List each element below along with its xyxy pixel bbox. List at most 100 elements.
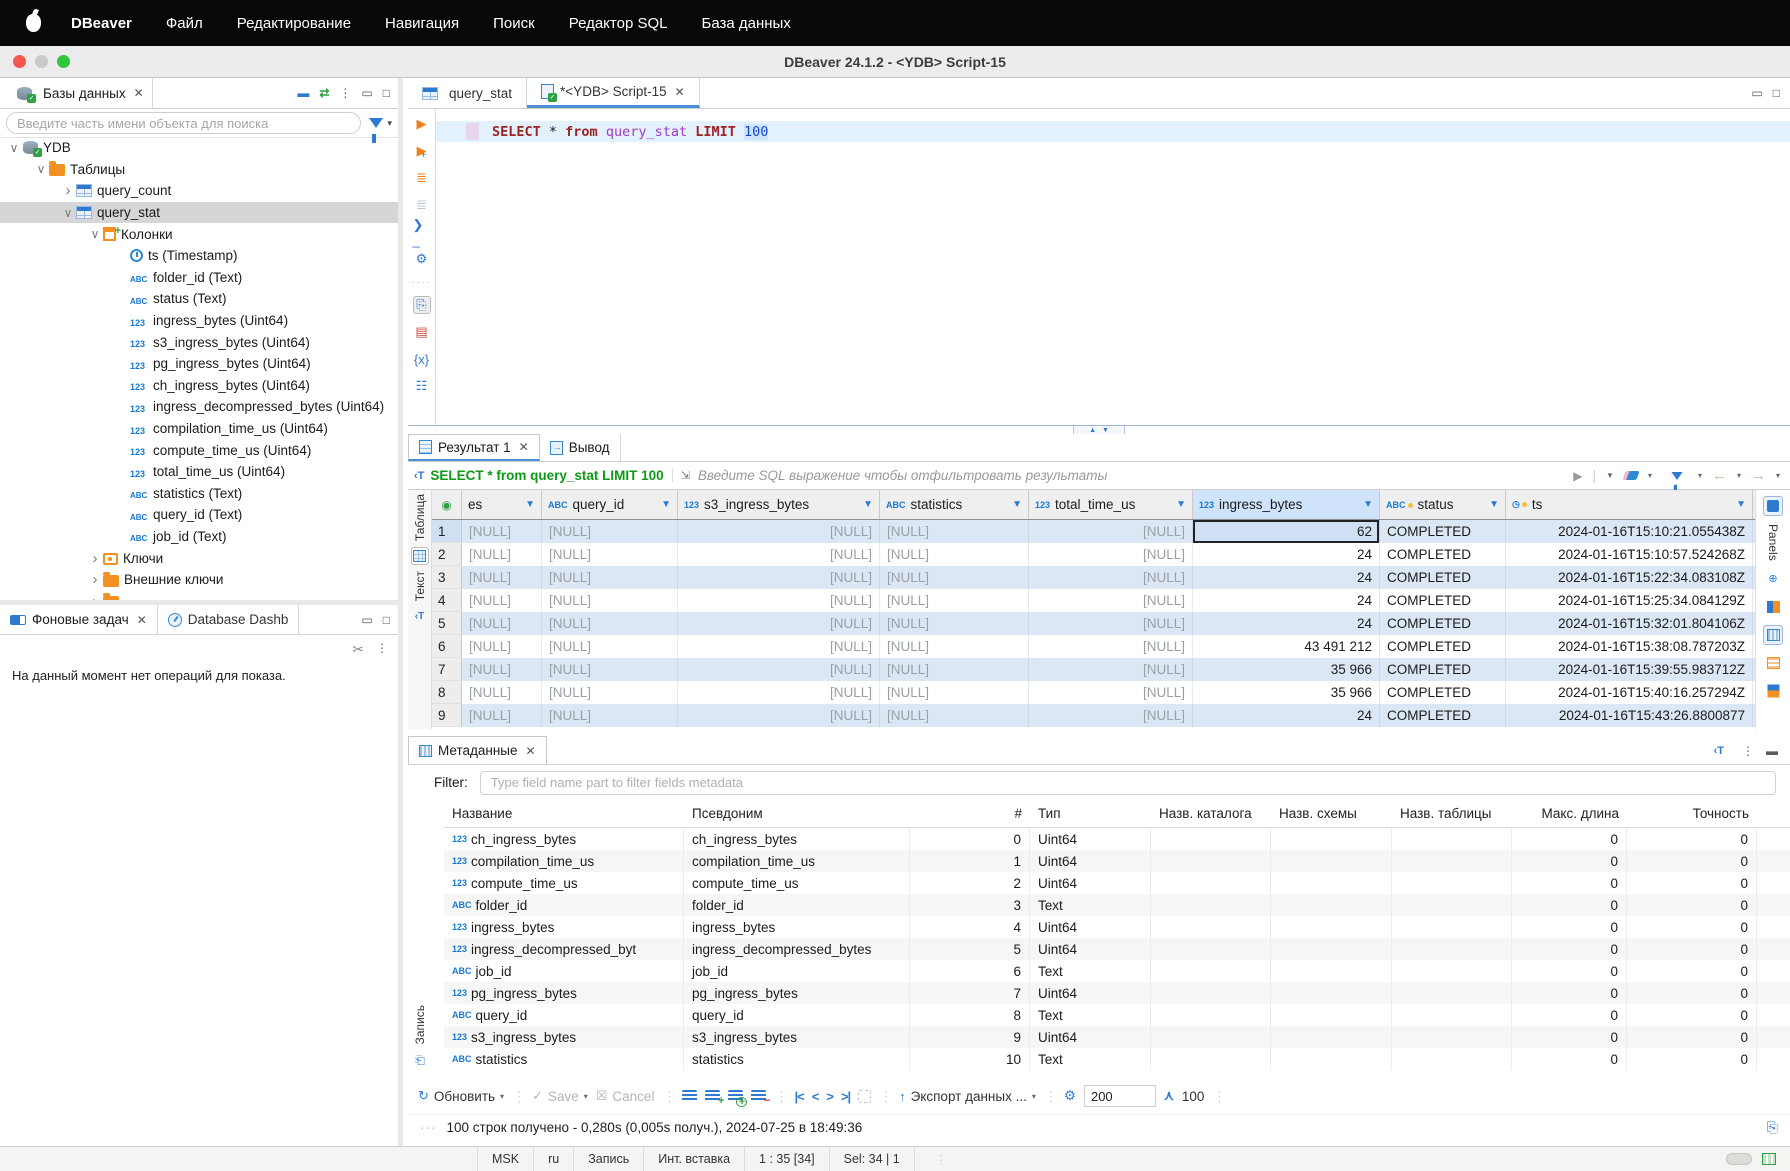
grid-cell[interactable]: [NULL]	[462, 658, 542, 681]
metadata-cell-type[interactable]: Uint64	[1030, 938, 1151, 960]
grid-cell[interactable]: 24	[1193, 612, 1380, 635]
grid-cell[interactable]: 2024-01-16T15:43:26.8800877	[1506, 704, 1753, 727]
column-header[interactable]: ABC statistics ▼	[880, 490, 1029, 519]
metadata-cell-num[interactable]: 0	[910, 828, 1030, 850]
metadata-row[interactable]: 123s3_ingress_bytes s3_ingress_bytes 9 U…	[444, 1026, 1790, 1048]
column-dropdown-icon[interactable]: ▼	[525, 499, 535, 510]
tab-background-tasks[interactable]: Фоновые задач ✕	[0, 605, 158, 634]
metadata-cell-alias[interactable]: pg_ingress_bytes	[684, 982, 910, 1004]
tree-item[interactable]: compilation_time_us (Uint64)	[0, 418, 398, 440]
metadata-cell-table[interactable]	[1392, 872, 1512, 894]
metadata-cell-alias[interactable]: folder_id	[684, 894, 910, 916]
metadata-cell-name[interactable]: 123ch_ingress_bytes	[444, 828, 684, 850]
column-header[interactable]: ABC query_id ▼	[542, 490, 678, 519]
first-page-icon[interactable]: |<	[794, 1089, 803, 1104]
tree-item[interactable]: statistics (Text)	[0, 483, 398, 505]
duplicate-row-icon[interactable]	[728, 1090, 743, 1102]
edit-mode-indicator[interactable]: Запись	[574, 1147, 644, 1171]
grid-row[interactable]: 1 [NULL] [NULL] [NULL] [NULL] [NULL] 62 …	[432, 520, 1755, 543]
row-number[interactable]: 8	[432, 681, 462, 704]
column-dropdown-icon[interactable]: ▼	[863, 499, 873, 510]
metadata-row[interactable]: 123ch_ingress_bytes ch_ingress_bytes 0 U…	[444, 828, 1790, 850]
metadata-col-schema[interactable]: Назв. схемы	[1271, 806, 1392, 821]
minimize-panel-icon[interactable]: ▭	[361, 86, 372, 100]
column-header[interactable]: es ▼	[462, 490, 542, 519]
grid-cell[interactable]: COMPLETED	[1380, 589, 1506, 612]
grid-cell[interactable]: [NULL]	[880, 681, 1029, 704]
metadata-cell-schema[interactable]	[1271, 1048, 1392, 1070]
grid-cell[interactable]: 24	[1193, 543, 1380, 566]
grid-cell[interactable]: 2024-01-16T15:32:01.804106Z	[1506, 612, 1753, 635]
grid-cell[interactable]: [NULL]	[880, 566, 1029, 589]
metadata-cell-name[interactable]: ABCquery_id	[444, 1004, 684, 1026]
metadata-cell-schema[interactable]	[1271, 960, 1392, 982]
tree-item[interactable]: compute_time_us (Uint64)	[0, 439, 398, 461]
row-number[interactable]: 3	[432, 566, 462, 589]
metadata-cell-num[interactable]: 6	[910, 960, 1030, 982]
maximize-panel-icon[interactable]: □	[383, 86, 390, 100]
menu-database[interactable]: База данных	[701, 15, 790, 32]
metadata-cell-schema[interactable]	[1271, 982, 1392, 1004]
metadata-cell-catalog[interactable]	[1151, 938, 1271, 960]
grid-cell[interactable]: [NULL]	[462, 704, 542, 727]
metadata-cell-schema[interactable]	[1271, 916, 1392, 938]
metadata-cell-type[interactable]: Text	[1030, 894, 1151, 916]
menu-file[interactable]: Файл	[166, 15, 203, 32]
next-page-icon[interactable]: >	[826, 1089, 833, 1104]
column-header[interactable]: ◷ ts ▼	[1506, 490, 1753, 519]
metadata-cell-table[interactable]	[1392, 828, 1512, 850]
row-number[interactable]: 1	[432, 520, 462, 543]
grid-row[interactable]: 9 [NULL] [NULL] [NULL] [NULL] [NULL] 24 …	[432, 704, 1755, 727]
grid-row[interactable]: 4 [NULL] [NULL] [NULL] [NULL] [NULL] 24 …	[432, 589, 1755, 612]
metadata-panel-icon[interactable]	[1763, 653, 1783, 673]
grid-cell[interactable]: [NULL]	[542, 612, 678, 635]
metadata-cell-maxlen[interactable]: 0	[1512, 938, 1627, 960]
metadata-menu-icon[interactable]: ⋮	[1742, 744, 1754, 758]
cancel-button[interactable]: ☒Cancel	[596, 1088, 655, 1104]
metadata-cell-catalog[interactable]	[1151, 1004, 1271, 1026]
tab-sql-script[interactable]: *<YDB> Script-15 ✕	[527, 78, 700, 108]
grid-row[interactable]: 8 [NULL] [NULL] [NULL] [NULL] [NULL] 35 …	[432, 681, 1755, 704]
grid-presentation-icon[interactable]	[411, 547, 429, 565]
metadata-cell-catalog[interactable]	[1151, 982, 1271, 1004]
metadata-cell-catalog[interactable]	[1151, 1048, 1271, 1070]
tree-item[interactable]: status (Text)	[0, 288, 398, 310]
metadata-cell-precision[interactable]: 0	[1627, 1004, 1757, 1026]
grid-cell[interactable]: [NULL]	[462, 566, 542, 589]
grid-cell[interactable]: [NULL]	[462, 543, 542, 566]
metadata-cell-catalog[interactable]	[1151, 1026, 1271, 1048]
grid-cell[interactable]: [NULL]	[542, 566, 678, 589]
close-icon[interactable]: ✕	[526, 744, 536, 758]
filter-history-icon[interactable]: ▼	[1606, 471, 1614, 480]
metadata-cell-schema[interactable]	[1271, 1026, 1392, 1048]
metadata-cell-precision[interactable]: 0	[1627, 1048, 1757, 1070]
grid-cell[interactable]: 2024-01-16T15:22:34.083108Z	[1506, 566, 1753, 589]
tasks-menu-icon[interactable]: ⋮	[376, 641, 388, 658]
zoom-window-button[interactable]	[57, 55, 70, 68]
filter-dropdown-icon[interactable]: ▾	[387, 118, 392, 129]
editor-results-splitter[interactable]: ▲ ▼	[408, 425, 1790, 434]
grid-cell[interactable]: [NULL]	[462, 520, 542, 543]
grid-cell[interactable]: [NULL]	[880, 704, 1029, 727]
metadata-cell-name[interactable]: ABCfolder_id	[444, 894, 684, 916]
minimize-editor-icon[interactable]: ▭	[1751, 86, 1762, 100]
grid-cell[interactable]: 35 966	[1193, 658, 1380, 681]
tree-twisty-icon[interactable]	[87, 550, 103, 567]
metadata-cell-num[interactable]: 8	[910, 1004, 1030, 1026]
last-page-icon[interactable]: >|	[841, 1089, 850, 1104]
metadata-cell-alias[interactable]: s3_ingress_bytes	[684, 1026, 910, 1048]
tree-item[interactable]: query_stat	[0, 202, 398, 224]
tree-item[interactable]: job_id (Text)	[0, 526, 398, 548]
column-dropdown-icon[interactable]: ▼	[1012, 499, 1022, 510]
metadata-row[interactable]: ABCjob_id job_id 6 Text 0 0	[444, 960, 1790, 982]
tree-item[interactable]: Таблицы	[0, 159, 398, 181]
metadata-cell-catalog[interactable]	[1151, 828, 1271, 850]
export-data-button[interactable]: ↑Экспорт данных ...▾	[899, 1089, 1036, 1104]
metadata-cell-type[interactable]: Text	[1030, 1004, 1151, 1026]
delete-row-icon[interactable]	[751, 1090, 766, 1102]
column-header[interactable]: 123 s3_ingress_bytes ▼	[678, 490, 880, 519]
metadata-cell-table[interactable]	[1392, 960, 1512, 982]
status-more-icon[interactable]: ···	[420, 1120, 437, 1135]
metadata-cell-name[interactable]: 123ingress_decompressed_byt	[444, 938, 684, 960]
metadata-col-name[interactable]: Название	[444, 806, 684, 821]
